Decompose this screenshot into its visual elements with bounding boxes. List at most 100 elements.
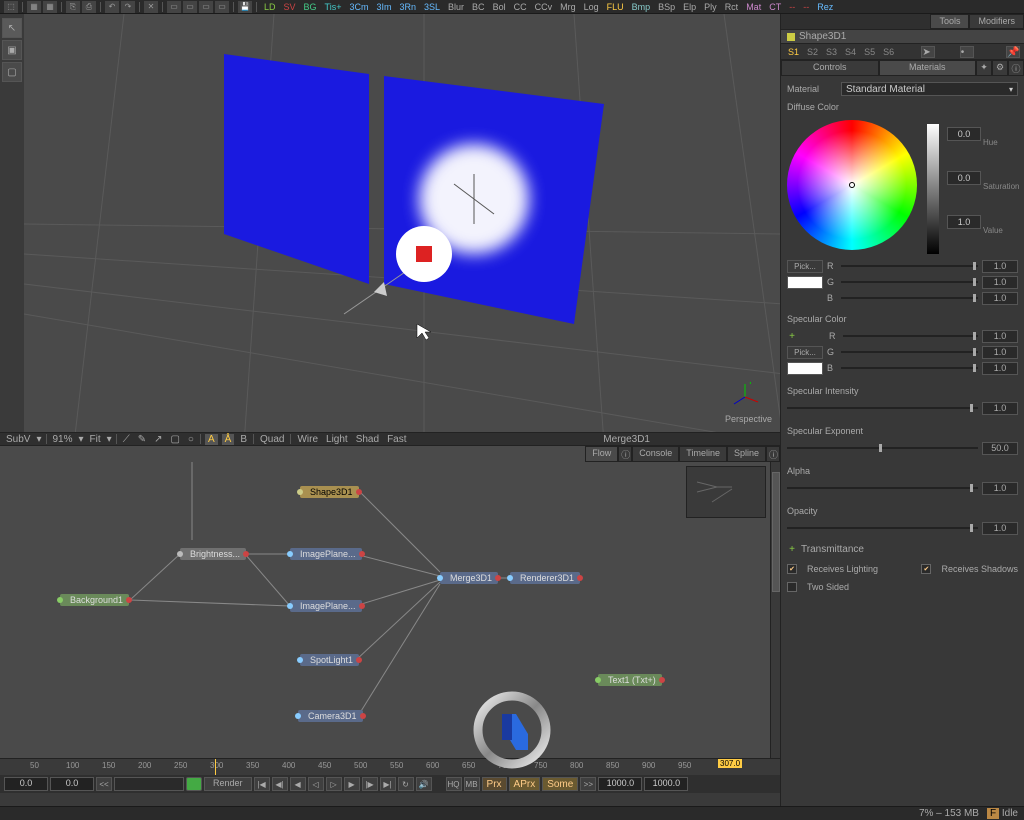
elp-button[interactable]: Elp: [680, 2, 699, 12]
flu-button[interactable]: FLU: [604, 2, 627, 12]
b-value[interactable]: 1.0: [982, 292, 1018, 305]
mrg-button[interactable]: Mrg: [557, 2, 579, 12]
state-s5[interactable]: S5: [861, 47, 878, 57]
node-renderer3d1[interactable]: Renderer3D1: [510, 572, 580, 584]
prev-frame-button[interactable]: ◁: [308, 777, 324, 791]
spec-b-slider[interactable]: [841, 367, 978, 369]
state-arrow-icon[interactable]: ➤: [921, 46, 935, 58]
log-button[interactable]: Log: [581, 2, 602, 12]
step-back-button[interactable]: ◀|: [272, 777, 288, 791]
node-imageplane2[interactable]: ImagePlane...: [290, 600, 362, 612]
play-button[interactable]: ▶: [344, 777, 360, 791]
misc2-button[interactable]: --: [800, 2, 812, 12]
prev-keyframe-button[interactable]: <<: [96, 777, 112, 791]
tool-5-icon[interactable]: ○: [186, 434, 196, 445]
redo-icon[interactable]: ↷: [121, 1, 135, 13]
mat-button[interactable]: Mat: [743, 2, 764, 12]
state-dot-icon[interactable]: •: [960, 46, 974, 58]
record-button[interactable]: [186, 777, 202, 791]
tab-modifiers[interactable]: Modifiers: [969, 14, 1024, 29]
flow-canvas[interactable]: Shape3D1 Brightness... Background1 Image…: [0, 462, 780, 758]
specular-expand[interactable]: +: [787, 331, 797, 342]
tool-3-icon[interactable]: ↗: [152, 434, 164, 445]
tab-controls[interactable]: Controls: [781, 60, 879, 76]
cube-tool[interactable]: ▣: [2, 40, 22, 60]
spec-b-value[interactable]: 1.0: [982, 362, 1018, 375]
spec-r-value[interactable]: 1.0: [982, 330, 1018, 343]
spec-g-value[interactable]: 1.0: [982, 346, 1018, 359]
tab-spline[interactable]: Spline: [727, 446, 766, 462]
node-merge3d1[interactable]: Merge3D1: [440, 572, 498, 584]
flow-navigator[interactable]: [686, 466, 766, 518]
aprx-button[interactable]: APrx: [509, 777, 541, 791]
bg-button[interactable]: BG: [301, 2, 320, 12]
paste-icon[interactable]: ⎙: [82, 1, 96, 13]
spec-intensity-slider[interactable]: [787, 407, 978, 409]
tool-1-icon[interactable]: ⟋: [121, 434, 132, 445]
info2-icon[interactable]: ⓘ: [766, 446, 780, 462]
ld-button[interactable]: LD: [261, 2, 279, 12]
node-shape3d1[interactable]: Shape3D1: [300, 486, 359, 498]
spec-pick-button[interactable]: Pick...: [787, 346, 823, 359]
3d-viewport[interactable]: Y Perspective: [24, 14, 780, 432]
node-imageplane1[interactable]: ImagePlane...: [290, 548, 362, 560]
tab-console[interactable]: Console: [632, 446, 679, 462]
close-icon[interactable]: ✕: [144, 1, 158, 13]
sat-value[interactable]: 0.0: [947, 171, 981, 185]
bol-button[interactable]: Bol: [490, 2, 509, 12]
b-slider[interactable]: [841, 297, 978, 299]
tab-materials[interactable]: Materials: [879, 60, 977, 76]
val-value[interactable]: 1.0: [947, 215, 981, 229]
bmp-button[interactable]: Bmp: [629, 2, 654, 12]
alpha-value[interactable]: 1.0: [982, 482, 1018, 495]
g-value[interactable]: 1.0: [982, 276, 1018, 289]
rez-button[interactable]: Rez: [814, 2, 836, 12]
next-keyframe-button[interactable]: >>: [580, 777, 596, 791]
misc1-button[interactable]: --: [786, 2, 798, 12]
color-wheel[interactable]: [787, 120, 917, 250]
sv-button[interactable]: SV: [281, 2, 299, 12]
timeline-ruler[interactable]: 50 100 150 200 250 300 350 400 450 500 5…: [0, 759, 780, 775]
goto-end-button[interactable]: ▶|: [380, 777, 396, 791]
material-dropdown[interactable]: Standard Material: [841, 82, 1018, 96]
loop-button[interactable]: ↻: [398, 777, 414, 791]
prim-tool[interactable]: ▢: [2, 62, 22, 82]
3sl-button[interactable]: 3SL: [421, 2, 443, 12]
new-icon[interactable]: ▦: [27, 1, 41, 13]
spec-r-slider[interactable]: [843, 335, 978, 337]
tab-flow[interactable]: Flow: [585, 446, 618, 462]
tab-timeline[interactable]: Timeline: [679, 446, 727, 462]
layout3-icon[interactable]: ▭: [199, 1, 213, 13]
hq-button[interactable]: HQ: [446, 777, 462, 791]
r-value[interactable]: 1.0: [982, 260, 1018, 273]
spec-exponent-slider[interactable]: [787, 447, 978, 449]
fit-button[interactable]: Fit: [88, 434, 103, 445]
spec-exponent-value[interactable]: 50.0: [982, 442, 1018, 455]
quad-button[interactable]: Quad: [258, 434, 286, 445]
receives-lighting-checkbox[interactable]: ✔: [787, 564, 797, 574]
diffuse-pick-button[interactable]: Pick...: [787, 260, 823, 273]
ply-button[interactable]: Ply: [701, 2, 720, 12]
state-s4[interactable]: S4: [842, 47, 859, 57]
subdiv-button[interactable]: SubV: [4, 434, 32, 445]
select-tool[interactable]: ↖: [2, 18, 22, 38]
bc-button[interactable]: BC: [469, 2, 488, 12]
3rn-button[interactable]: 3Rn: [397, 2, 420, 12]
next-frame-button[interactable]: ▷: [326, 777, 342, 791]
node-spotlight1[interactable]: SpotLight1: [300, 654, 359, 666]
tool-4-icon[interactable]: ▢: [168, 434, 181, 445]
blur-button[interactable]: Blur: [445, 2, 467, 12]
diffuse-swatch[interactable]: [787, 276, 823, 289]
layout2-icon[interactable]: ▭: [183, 1, 197, 13]
tool-2-icon[interactable]: ✎: [136, 434, 148, 445]
undo-icon[interactable]: ↶: [105, 1, 119, 13]
bsp-button[interactable]: BSp: [655, 2, 678, 12]
save-icon[interactable]: 💾: [238, 1, 252, 13]
range-slider[interactable]: [114, 777, 184, 791]
goto-start-button[interactable]: |◀: [254, 777, 270, 791]
g-slider[interactable]: [841, 281, 978, 283]
layout4-icon[interactable]: ▭: [215, 1, 229, 13]
layout1-icon[interactable]: ▭: [167, 1, 181, 13]
audio-button[interactable]: 🔊: [416, 777, 432, 791]
playhead[interactable]: [215, 759, 216, 775]
